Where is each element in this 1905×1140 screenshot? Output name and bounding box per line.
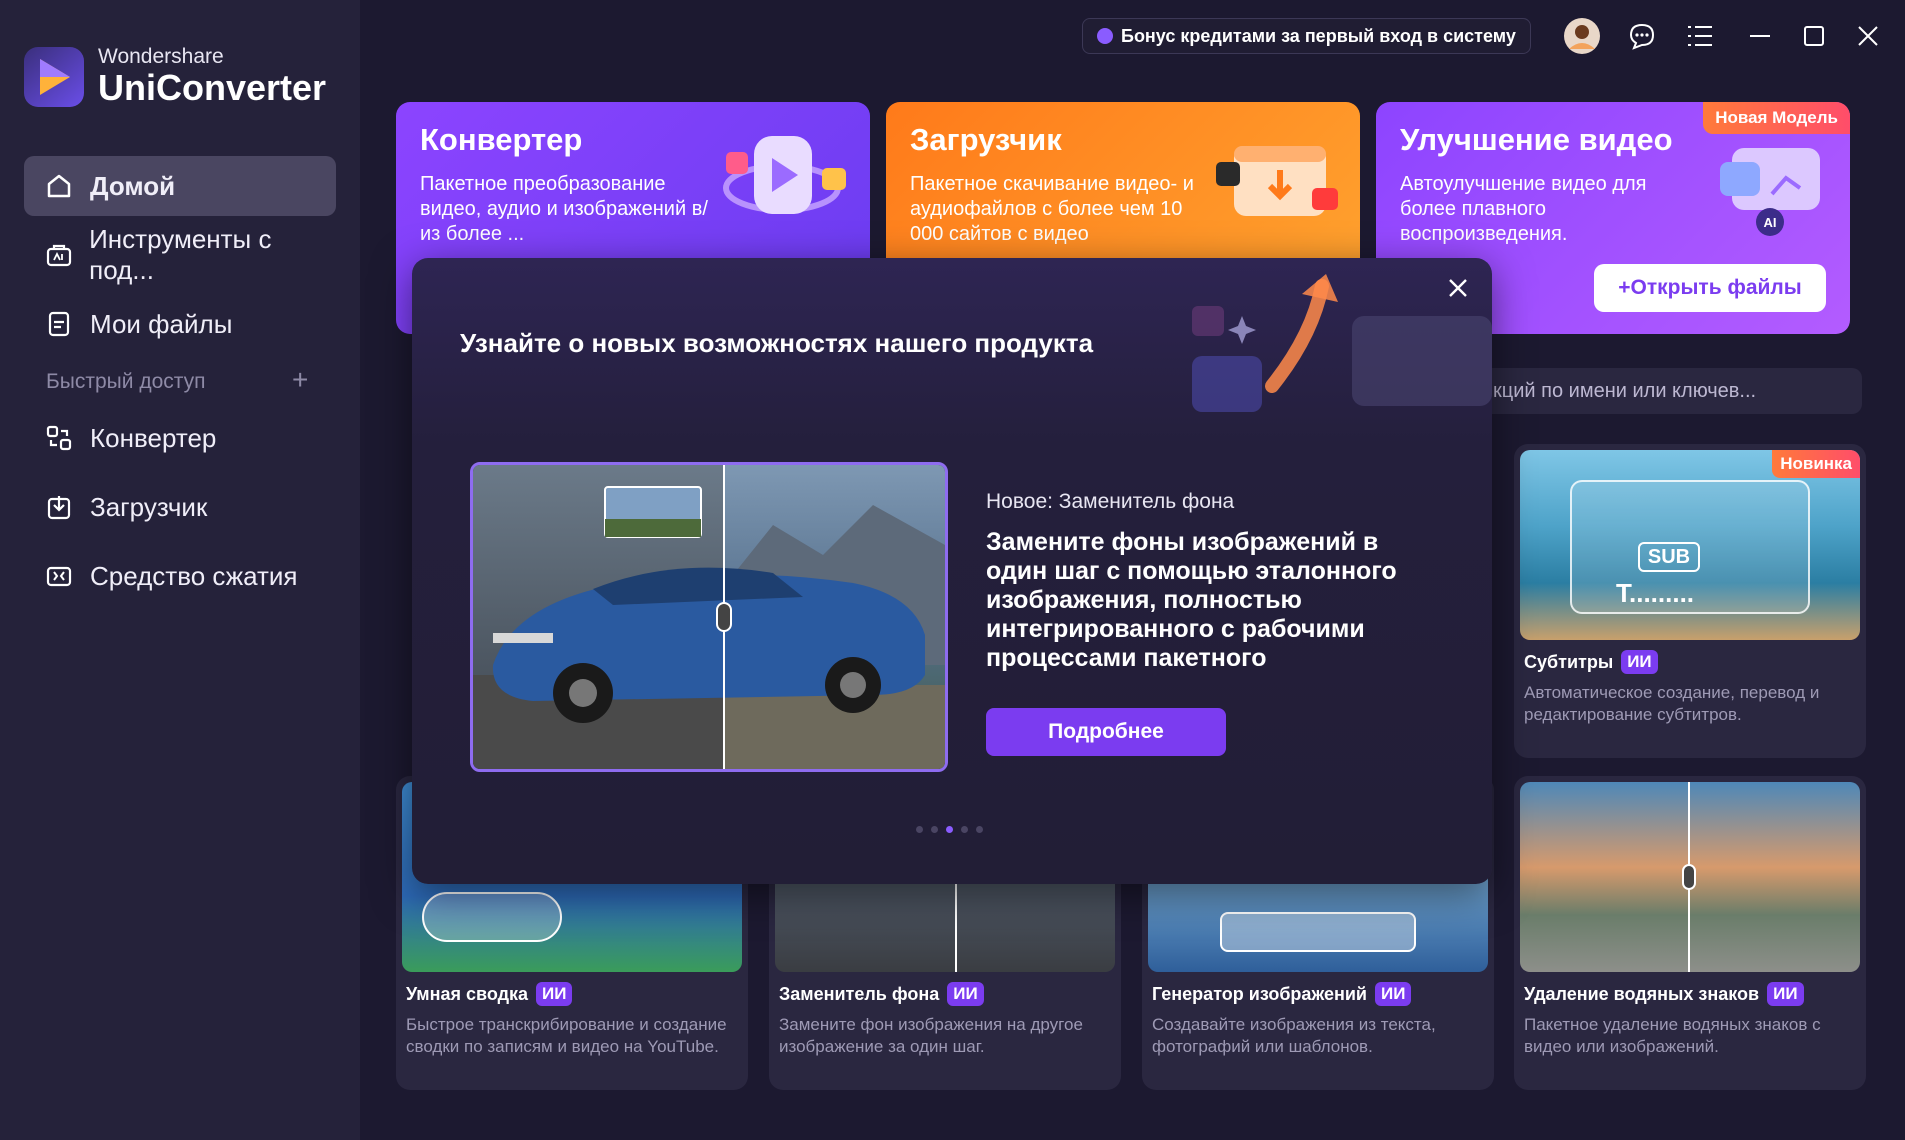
maximize-icon[interactable] xyxy=(1794,16,1834,56)
sidebar-item-label: Средство сжатия xyxy=(90,560,298,591)
carousel-dot[interactable] xyxy=(961,826,968,833)
minimize-icon[interactable] xyxy=(1740,16,1780,56)
sidebar: Wondershare UniConverter Домой Инструмен… xyxy=(0,0,360,1140)
sidebar-item-converter[interactable]: Конвертер xyxy=(24,408,336,468)
new-model-badge: Новая Модель xyxy=(1703,102,1850,134)
home-icon xyxy=(44,171,74,201)
tool-title-text: Генератор изображений xyxy=(1152,983,1367,1004)
app-logo: Wondershare UniConverter xyxy=(24,46,326,108)
card-desc: Автоулучшение видео для более плавного в… xyxy=(1400,173,1647,245)
text-cursor-icon: T......... xyxy=(1616,578,1695,608)
feature-description: Замените фоны изображений в один шаг с п… xyxy=(986,528,1397,672)
tool-desc: Пакетное удаление водяных знаков с видео… xyxy=(1524,1015,1821,1056)
sidebar-item-label: Инструменты с под... xyxy=(89,224,272,285)
tool-desc: Создавайте изображения из текста, фотогр… xyxy=(1152,1015,1436,1056)
tool-title: Умная сводка ИИ xyxy=(406,982,573,1006)
tool-desc: Замените фон изображения на другое изобр… xyxy=(779,1015,1083,1056)
tool-title-text: Субтитры xyxy=(1524,651,1614,672)
sidebar-item-my-files[interactable]: Мои файлы xyxy=(24,294,336,354)
open-files-button[interactable]: +Открыть файлы xyxy=(1594,264,1826,312)
enhance-illustration-icon: AI xyxy=(1720,148,1820,236)
app-window: Wondershare UniConverter Домой Инструмен… xyxy=(0,0,1905,1140)
card-desc: Пакетное скачивание видео- и аудиофайлов… xyxy=(910,173,1194,245)
dialog-title: Узнайте о новых возможностях нашего прод… xyxy=(460,328,1094,358)
converter-icon xyxy=(44,423,74,453)
sidebar-item-label: Мои файлы xyxy=(90,308,233,339)
converter-illustration-icon xyxy=(723,136,846,214)
ai-tools-icon xyxy=(44,240,73,270)
bonus-banner[interactable]: Бонус кредитами за первый вход в систему xyxy=(1082,18,1531,54)
tool-title-text: Умная сводка xyxy=(406,983,529,1004)
carousel-dot[interactable] xyxy=(931,826,938,833)
carousel-dots xyxy=(916,826,983,833)
carousel-dot[interactable] xyxy=(916,826,923,833)
tool-title: Субтитры ИИ xyxy=(1524,650,1658,674)
subtitles-image: SUB T......... xyxy=(1520,450,1860,640)
feature-preview-image xyxy=(470,462,948,772)
tool-title: Заменитель фона ИИ xyxy=(779,982,984,1006)
ai-badge: ИИ xyxy=(1374,982,1412,1006)
bonus-text: Бонус кредитами за первый вход в систему xyxy=(1121,25,1516,46)
tool-title: Генератор изображений ИИ xyxy=(1152,982,1412,1006)
svg-text:AI: AI xyxy=(1764,215,1777,230)
menu-icon[interactable] xyxy=(1680,16,1720,56)
learn-more-button[interactable]: Подробнее xyxy=(986,708,1226,756)
compress-icon xyxy=(44,561,74,591)
tool-desc: Быстрое транскрибирование и создание сво… xyxy=(406,1015,727,1056)
brand-big: UniConverter xyxy=(98,67,327,108)
sidebar-item-label: Домой xyxy=(90,170,176,201)
sidebar-item-label: Конвертер xyxy=(90,422,217,453)
logo-icon xyxy=(24,47,84,107)
ai-badge: ИИ xyxy=(1767,982,1804,1006)
chat-icon[interactable] xyxy=(1622,16,1662,56)
new-badge: Новинка xyxy=(1772,450,1860,478)
avatar[interactable] xyxy=(1562,16,1602,56)
sidebar-item-home[interactable]: Домой xyxy=(24,156,336,216)
tool-title: Удаление водяных знаков ИИ xyxy=(1524,982,1804,1006)
ai-badge: ИИ xyxy=(1621,650,1658,674)
sidebar-item-downloader[interactable]: Загрузчик xyxy=(24,477,336,537)
carousel-dot[interactable] xyxy=(976,826,983,833)
feature-new-label: Новое: Заменитель фона xyxy=(986,490,1235,513)
sidebar-item-label: Загрузчик xyxy=(90,491,208,522)
tool-desc: Автоматическое создание, перевод и редак… xyxy=(1524,683,1820,724)
tool-title-text: Заменитель фона xyxy=(779,983,940,1004)
tool-card-subtitles[interactable]: SUB T......... Новинка Субтитры ИИ Автома… xyxy=(1514,444,1866,758)
card-desc: Пакетное преобразование видео, аудио и и… xyxy=(420,173,708,245)
quick-access-label: Быстрый доступ xyxy=(46,370,206,393)
watermark-remover-image xyxy=(1520,782,1860,972)
carousel-dot-active[interactable] xyxy=(946,826,953,833)
ai-badge: ИИ xyxy=(947,982,984,1006)
close-window-icon[interactable] xyxy=(1848,16,1888,56)
diamond-icon xyxy=(1097,28,1113,44)
files-icon xyxy=(44,309,74,339)
tool-card-watermark-remover[interactable]: Удаление водяных знаков ИИ Пакетное удале… xyxy=(1514,776,1866,1090)
brand-small: Wondershare xyxy=(98,45,224,68)
add-quick-access-icon[interactable]: + xyxy=(292,364,308,396)
sidebar-item-compressor[interactable]: Средство сжатия xyxy=(24,546,336,606)
search-input[interactable]: ункций по имени или ключев... xyxy=(1450,368,1862,414)
downloader-illustration-icon xyxy=(1216,146,1338,216)
tool-title-text: Удаление водяных знаков xyxy=(1524,983,1760,1004)
whats-new-dialog: Узнайте о новых возможностях нашего прод… xyxy=(412,258,1492,884)
download-icon xyxy=(44,492,74,522)
ai-badge: ИИ xyxy=(536,982,573,1006)
sidebar-item-ai-tools[interactable]: Инструменты с под... xyxy=(24,224,336,285)
sub-label-icon: SUB xyxy=(1638,542,1700,572)
close-dialog-icon[interactable] xyxy=(1442,272,1474,304)
